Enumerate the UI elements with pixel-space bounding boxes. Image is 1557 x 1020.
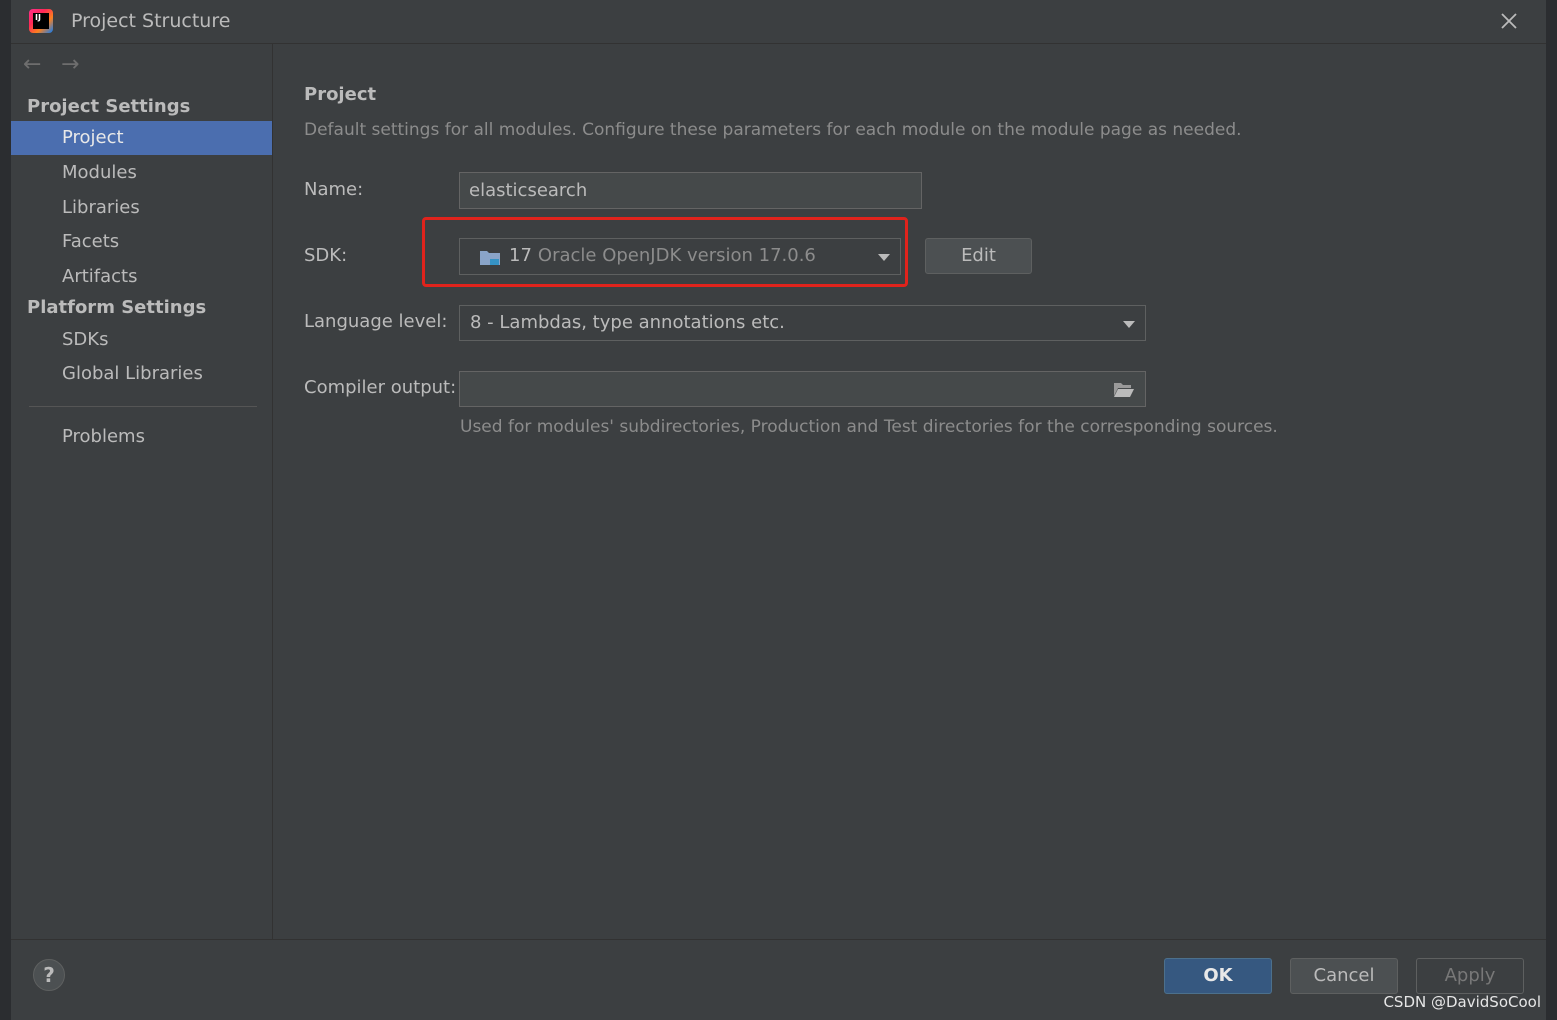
language-level-label: Language level: [304, 311, 448, 332]
sidebar-item-libraries[interactable]: Libraries [11, 191, 272, 225]
sidebar-item-facets[interactable]: Facets [11, 225, 272, 259]
sidebar-item-problems[interactable]: Problems [11, 420, 272, 454]
section-platform-settings: Platform Settings [27, 297, 207, 318]
sidebar-item-global-libraries[interactable]: Global Libraries [11, 357, 272, 391]
window-title: Project Structure [71, 10, 231, 32]
compiler-output-label: Compiler output: [304, 377, 457, 398]
browse-folder-icon[interactable] [1113, 381, 1135, 398]
sdk-version: 17 [509, 245, 532, 266]
chevron-down-icon [1123, 321, 1135, 328]
sidebar: ← → Project Settings Project Modules Libr… [11, 44, 273, 939]
sdk-detail: Oracle OpenJDK version 17.0.6 [537, 245, 816, 266]
sdk-value: 17 Oracle OpenJDK version 17.0.6 [509, 245, 816, 266]
background-ide-left [0, 0, 11, 1020]
chevron-down-icon [878, 254, 890, 261]
help-button[interactable]: ? [33, 959, 65, 991]
cancel-button[interactable]: Cancel [1290, 958, 1398, 994]
dialog-footer: ? OK Cancel Apply [11, 939, 1546, 1012]
page-description: Default settings for all modules. Config… [304, 120, 1242, 140]
page-title: Project [304, 84, 377, 105]
language-level-value: 8 - Lambdas, type annotations etc. [470, 312, 785, 333]
forward-arrow-icon[interactable]: → [61, 52, 99, 77]
sidebar-item-project[interactable]: Project [11, 121, 272, 155]
close-icon [1501, 13, 1517, 29]
close-button[interactable] [1496, 8, 1522, 34]
sidebar-item-sdks[interactable]: SDKs [11, 323, 272, 357]
sdk-folder-icon [480, 251, 500, 265]
title-bar: IJ Project Structure [11, 0, 1546, 44]
sidebar-item-modules[interactable]: Modules [11, 156, 272, 190]
language-level-dropdown[interactable]: 8 - Lambdas, type annotations etc. [459, 305, 1146, 341]
compiler-output-hint: Used for modules' subdirectories, Produc… [460, 417, 1278, 437]
sidebar-item-artifacts[interactable]: Artifacts [11, 260, 272, 294]
intellij-logo-icon: IJ [29, 9, 53, 33]
ok-button[interactable]: OK [1164, 958, 1272, 994]
nav-arrows: ← → [23, 52, 99, 77]
name-input[interactable] [459, 172, 922, 209]
sidebar-divider [29, 406, 257, 407]
main-panel: Project Default settings for all modules… [273, 44, 1546, 939]
edit-sdk-button[interactable]: Edit [925, 238, 1032, 274]
back-arrow-icon[interactable]: ← [23, 52, 61, 77]
compiler-output-field[interactable] [459, 371, 1146, 407]
background-ide-right [1546, 0, 1557, 1020]
sdk-dropdown[interactable]: 17 Oracle OpenJDK version 17.0.6 [459, 238, 901, 275]
name-label: Name: [304, 179, 364, 200]
section-project-settings: Project Settings [27, 96, 191, 117]
watermark: CSDN @DavidSoCool [1383, 993, 1541, 1011]
apply-button[interactable]: Apply [1416, 958, 1524, 994]
sdk-label: SDK: [304, 245, 348, 266]
